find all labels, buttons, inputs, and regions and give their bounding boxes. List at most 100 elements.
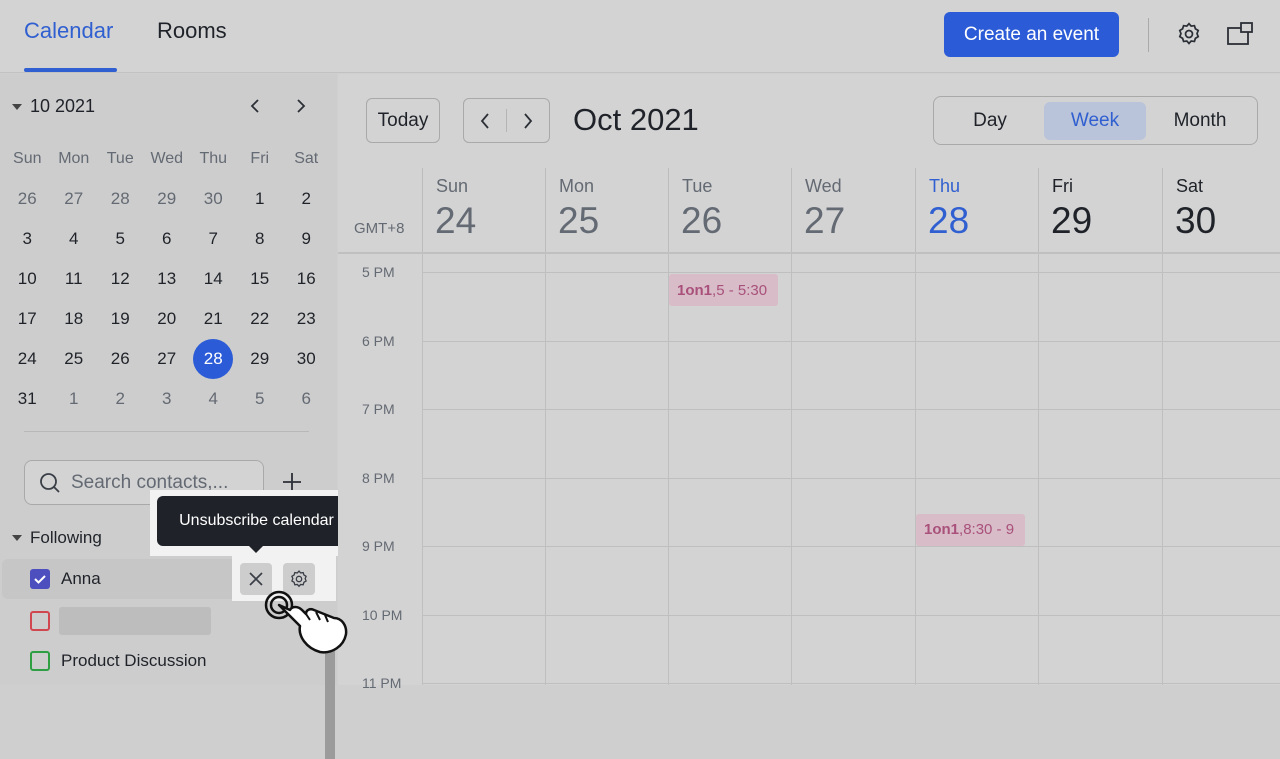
sidebar-scrollbar[interactable] <box>325 646 335 759</box>
mini-day[interactable]: 6 <box>144 229 191 249</box>
window-switch-icon[interactable] <box>1224 18 1256 50</box>
mini-day[interactable]: 14 <box>190 269 237 289</box>
checkbox-checked[interactable] <box>30 569 50 589</box>
mini-day[interactable]: 13 <box>144 269 191 289</box>
create-event-button[interactable]: Create an event <box>944 12 1119 57</box>
calendar-name: Anna <box>61 569 101 588</box>
mini-day-number: 28 <box>110 189 130 208</box>
mini-day-number: 12 <box>110 269 130 288</box>
checkbox-unchecked[interactable] <box>30 651 50 671</box>
mini-day[interactable]: 3 <box>4 229 51 249</box>
day-header-wed[interactable]: Wed 27 <box>791 168 914 252</box>
mini-day[interactable]: 26 <box>4 189 51 209</box>
following-section-header[interactable]: Following <box>12 528 102 548</box>
mini-day-number: 14 <box>203 269 223 288</box>
mini-day[interactable]: 26 <box>97 349 144 369</box>
event-title: 1on1 <box>924 521 960 539</box>
mini-day[interactable]: 30 <box>283 349 330 369</box>
mini-day[interactable]: 12 <box>97 269 144 289</box>
mini-day[interactable]: 27 <box>144 349 191 369</box>
mini-day-number: 2 <box>115 389 125 408</box>
view-week-button[interactable]: Week <box>1044 101 1146 140</box>
day-name: Wed <box>805 176 842 196</box>
mini-day[interactable]: 23 <box>283 309 330 329</box>
mini-weekday-label: Tue <box>106 150 134 167</box>
mini-day-number: 9 <box>301 229 311 248</box>
mini-day[interactable]: 4 <box>51 229 98 249</box>
mini-weekday-label: Sat <box>294 150 319 167</box>
mini-day[interactable]: 8 <box>237 229 284 249</box>
mini-day[interactable]: 20 <box>144 309 191 329</box>
day-header-fri[interactable]: Fri 29 <box>1038 168 1161 252</box>
mini-week-row: 31 1 2 3 4 5 6 <box>4 379 330 419</box>
mini-day[interactable]: 7 <box>190 229 237 249</box>
mini-day[interactable]: 29 <box>144 189 191 209</box>
following-label: Following <box>30 528 102 547</box>
mini-day-today[interactable]: 28 <box>190 339 237 379</box>
event-title: 1on1 <box>677 281 713 299</box>
mini-day-number: 4 <box>69 229 79 248</box>
next-week-icon[interactable] <box>507 99 549 142</box>
mini-day[interactable]: 1 <box>237 189 284 209</box>
checkbox-unchecked[interactable] <box>30 611 50 631</box>
mini-day[interactable]: 22 <box>237 309 284 329</box>
mini-week-row: 3 4 5 6 7 8 9 <box>4 219 330 259</box>
day-header-mon[interactable]: Mon 25 <box>545 168 668 252</box>
day-number: 25 <box>558 200 600 241</box>
event-block[interactable]: 1on1, 8:30 - 9 <box>916 513 1025 546</box>
mini-day[interactable]: 31 <box>4 389 51 409</box>
day-header-sat[interactable]: Sat 30 <box>1162 168 1280 252</box>
mini-day[interactable]: 9 <box>283 229 330 249</box>
mini-day[interactable]: 5 <box>237 389 284 409</box>
collapse-caret-icon <box>12 103 22 110</box>
day-header-thu[interactable]: Thu 28 <box>915 168 1038 252</box>
mini-day[interactable]: 2 <box>97 389 144 409</box>
week-view: Today Oct 2021 Day Week Month GMT+8 Sun 2… <box>338 74 1280 691</box>
mini-day[interactable]: 29 <box>237 349 284 369</box>
mini-day[interactable]: 25 <box>51 349 98 369</box>
day-number: 26 <box>681 200 723 241</box>
mini-day[interactable]: 24 <box>4 349 51 369</box>
mini-day[interactable]: 4 <box>190 389 237 409</box>
mini-weekday-label: Thu <box>199 150 228 167</box>
mini-day[interactable]: 1 <box>51 389 98 409</box>
mini-day[interactable]: 27 <box>51 189 98 209</box>
time-grid[interactable]: 5 PM 6 PM 7 PM 8 PM 9 PM 10 PM 11 PM 1on1, 5 - … <box>338 254 1280 691</box>
settings-gear-icon[interactable] <box>1173 18 1205 50</box>
mini-day[interactable]: 17 <box>4 309 51 329</box>
mini-weekday-label: Sun <box>13 150 42 167</box>
mini-day[interactable]: 6 <box>283 389 330 409</box>
mini-next-month-icon[interactable] <box>289 94 313 118</box>
day-header-tue[interactable]: Tue 26 <box>668 168 791 252</box>
redacted-calendar-name <box>59 607 211 635</box>
mini-day[interactable]: 28 <box>97 189 144 209</box>
event-block[interactable]: 1on1, 5 - 5:30 <box>669 274 778 306</box>
tab-rooms[interactable]: Rooms <box>157 18 227 44</box>
view-day-button[interactable]: Day <box>938 102 1042 140</box>
mini-day-number: 29 <box>157 189 177 208</box>
mini-week-row: 24 25 26 27 28 29 30 <box>4 339 330 379</box>
collapse-caret-icon <box>12 535 22 541</box>
mini-day[interactable]: 16 <box>283 269 330 289</box>
unsubscribe-tooltip: Unsubscribe calendar <box>157 496 356 546</box>
prev-week-icon[interactable] <box>464 99 506 142</box>
today-button[interactable]: Today <box>366 98 440 143</box>
event-time: 5 - 5:30 <box>716 281 768 299</box>
tab-calendar[interactable]: Calendar <box>24 18 113 44</box>
pointer-hand-icon <box>264 590 348 654</box>
mini-day[interactable]: 3 <box>144 389 191 409</box>
mini-day[interactable]: 18 <box>51 309 98 329</box>
mini-day[interactable]: 5 <box>97 229 144 249</box>
mini-day[interactable]: 19 <box>97 309 144 329</box>
mini-day[interactable]: 30 <box>190 189 237 209</box>
mini-day[interactable]: 15 <box>237 269 284 289</box>
day-header-sun[interactable]: Sun 24 <box>422 168 545 252</box>
mini-day[interactable]: 2 <box>283 189 330 209</box>
mini-prev-month-icon[interactable] <box>243 94 267 118</box>
view-month-button[interactable]: Month <box>1148 102 1252 140</box>
mini-day[interactable]: 21 <box>190 309 237 329</box>
mini-day-number: 15 <box>250 269 270 288</box>
mini-day[interactable]: 11 <box>51 269 98 289</box>
mini-calendar-header[interactable]: 10 2021 <box>12 96 95 117</box>
mini-day[interactable]: 10 <box>4 269 51 289</box>
